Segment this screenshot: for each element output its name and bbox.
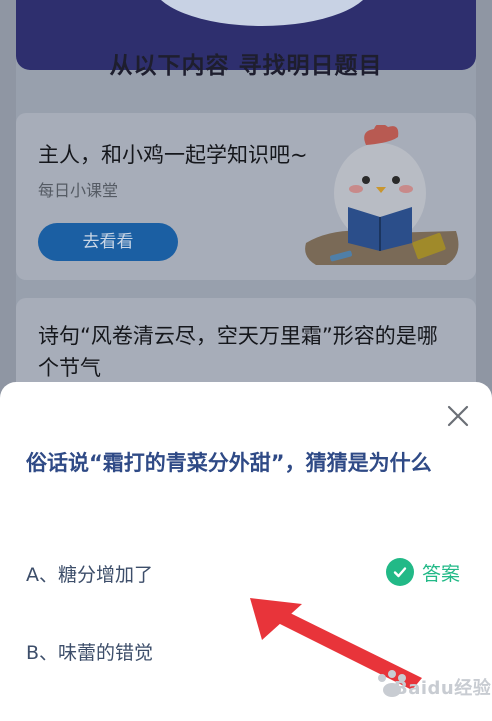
answer-label: 答案 — [422, 562, 461, 585]
check-circle-icon — [386, 558, 414, 586]
close-icon[interactable] — [446, 404, 470, 428]
go-see-button[interactable]: 去看看 — [38, 223, 178, 261]
chick-reading-illustration — [305, 125, 459, 265]
question-text: 俗话说“霜打的青菜分外甜”，猜猜是为什么 — [26, 451, 432, 475]
daily-class-title: 主人，和小鸡一起学知识吧~ — [38, 143, 308, 167]
option-a[interactable]: A、糖分增加了 — [26, 560, 153, 587]
section-title: 从以下内容 寻找明日题目 — [109, 53, 383, 79]
watermark-text: Baidu经验 — [394, 678, 492, 699]
daily-class-subtitle: 每日小课堂 — [38, 181, 119, 200]
banner-illustration — [152, 0, 372, 26]
poem-question-title: 诗句“风卷清云尽，空天万里霜”形容的是哪个节气 — [38, 324, 438, 380]
option-b[interactable]: B、味蕾的错觉 — [26, 638, 153, 665]
daily-class-card[interactable]: 主人，和小鸡一起学知识吧~ 每日小课堂 去看看 — [16, 113, 476, 280]
answer-tag: 答案 — [386, 557, 460, 587]
